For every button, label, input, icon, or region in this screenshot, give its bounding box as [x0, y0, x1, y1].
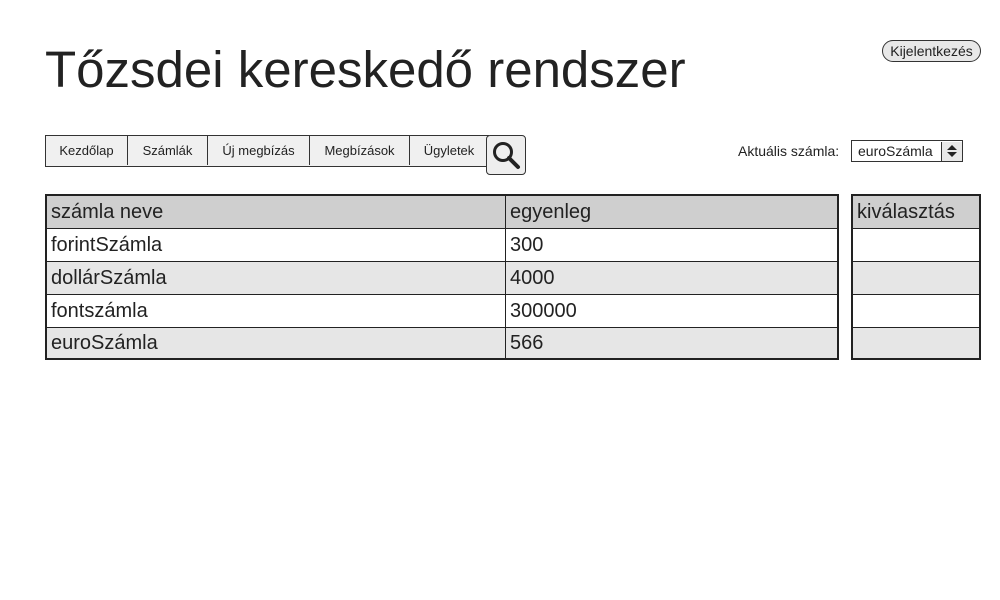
nav-item-home[interactable]: Kezdőlap [46, 136, 128, 165]
logout-button[interactable]: Kijelentkezés [882, 40, 981, 62]
table-row: fontszámla 300000 [47, 295, 837, 328]
spinner-icon[interactable] [941, 141, 962, 161]
account-name-cell: euroSzámla [47, 328, 506, 358]
account-name-cell: forintSzámla [47, 229, 506, 261]
nav-item-orders[interactable]: Megbízások [310, 136, 410, 165]
selection-column: kiválasztás [851, 194, 981, 360]
select-cell-forint[interactable] [853, 229, 979, 262]
account-balance-cell: 300 [510, 233, 544, 256]
search-icon [493, 142, 520, 169]
account-balance-cell: 566 [510, 331, 544, 354]
main-nav: Kezdőlap Számlák Új megbízás Megbízások … [45, 135, 489, 167]
table-row: dollárSzámla 4000 [47, 262, 837, 295]
select-cell-font[interactable] [853, 295, 979, 328]
table-row: euroSzámla 566 [47, 328, 837, 358]
current-account-label: Aktuális számla: [738, 143, 840, 159]
select-cell-euro[interactable] [853, 328, 979, 358]
column-header-balance: egyenleg [510, 200, 592, 223]
page-title: Tőzsdei kereskedő rendszer [45, 41, 686, 98]
nav-item-accounts[interactable]: Számlák [128, 136, 208, 165]
account-name-cell: dollárSzámla [47, 262, 506, 294]
selection-header: kiválasztás [853, 196, 979, 229]
search-button[interactable] [486, 135, 526, 175]
current-account-value: euroSzámla [858, 143, 933, 159]
account-name-cell: fontszámla [47, 295, 506, 327]
select-cell-dollar[interactable] [853, 262, 979, 295]
table-header-row: számla neve egyenleg [47, 196, 837, 229]
table-row: forintSzámla 300 [47, 229, 837, 262]
account-balance-cell: 300000 [510, 299, 577, 322]
account-balance-cell: 4000 [510, 266, 555, 289]
accounts-table: számla neve egyenleg forintSzámla 300 do… [45, 194, 839, 360]
nav-item-new-order[interactable]: Új megbízás [208, 136, 310, 165]
column-header-name: számla neve [47, 196, 506, 228]
nav-item-trades[interactable]: Ügyletek [410, 136, 488, 165]
current-account-select[interactable]: euroSzámla [851, 140, 963, 162]
